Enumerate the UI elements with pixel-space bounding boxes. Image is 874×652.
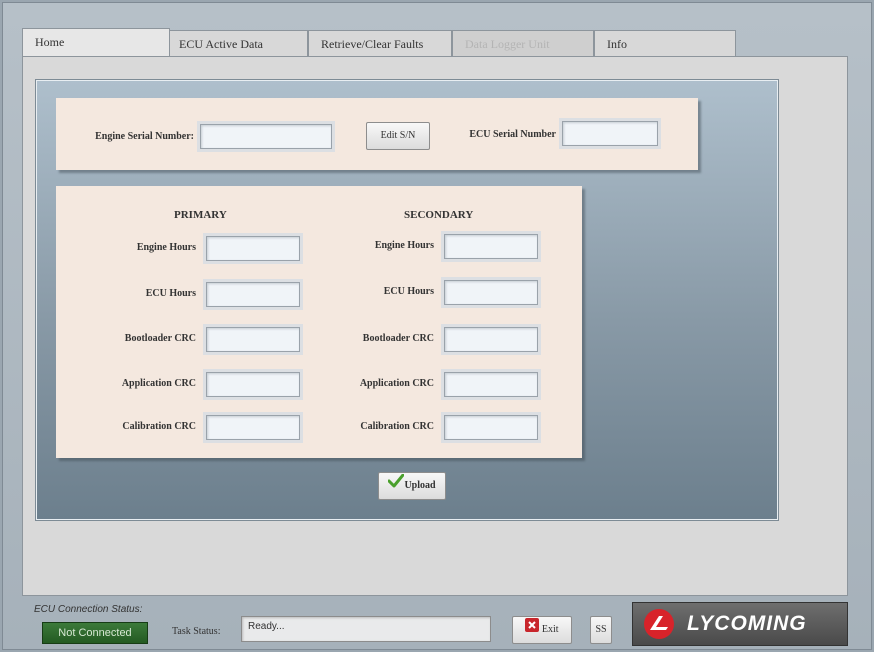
secondary-engine-hours-label: Engine Hours: [374, 240, 434, 251]
connection-status-badge: Not Connected: [42, 622, 148, 644]
secondary-header: SECONDARY: [404, 209, 474, 221]
connection-status-label: ECU Connection Status:: [34, 604, 143, 615]
ss-button[interactable]: SS: [590, 616, 612, 644]
primary-engine-hours-field[interactable]: [206, 236, 300, 261]
primary-calibration-crc-label: Calibration CRC: [122, 421, 196, 432]
secondary-calibration-crc-field[interactable]: [444, 415, 538, 440]
secondary-bootloader-crc-field[interactable]: [444, 327, 538, 352]
upload-button[interactable]: Upload: [378, 472, 446, 500]
primary-bootloader-crc-field[interactable]: [206, 327, 300, 352]
upload-button-label: Upload: [404, 480, 436, 491]
engine-serial-label: Engine Serial Number:: [95, 131, 194, 142]
tab-home[interactable]: Home: [22, 28, 170, 56]
tab-ecu-active-data[interactable]: ECU Active Data: [166, 30, 308, 56]
lycoming-logo: LYCOMING: [632, 602, 848, 646]
tab-home-label: Home: [35, 35, 65, 49]
primary-engine-hours-label: Engine Hours: [136, 242, 196, 253]
engine-serial-field[interactable]: [200, 124, 332, 149]
task-status-field: Ready...: [241, 616, 491, 642]
primary-bootloader-crc-label: Bootloader CRC: [124, 333, 196, 344]
primary-ecu-hours-field[interactable]: [206, 282, 300, 307]
secondary-ecu-hours-label: ECU Hours: [383, 286, 434, 297]
lycoming-logo-icon: [641, 608, 677, 643]
primary-ecu-hours-label: ECU Hours: [145, 288, 196, 299]
brand-name: LYCOMING: [687, 612, 807, 635]
tab-retrieve-clear-faults[interactable]: Retrieve/Clear Faults: [308, 30, 452, 56]
secondary-calibration-crc-label: Calibration CRC: [360, 421, 434, 432]
exit-button[interactable]: Exit: [512, 616, 572, 644]
exit-button-label: Exit: [541, 624, 559, 635]
ecu-serial-field[interactable]: [562, 121, 658, 146]
tab-data-logger-unit-label: Data Logger Unit: [465, 37, 550, 51]
primary-application-crc-field[interactable]: [206, 372, 300, 397]
close-icon: [525, 617, 540, 643]
edit-sn-button[interactable]: Edit S/N: [366, 122, 430, 150]
primary-header: PRIMARY: [174, 209, 227, 221]
tab-info-label: Info: [607, 37, 627, 51]
tab-data-logger-unit: Data Logger Unit: [452, 30, 594, 56]
secondary-bootloader-crc-label: Bootloader CRC: [362, 333, 434, 344]
ecu-serial-label: ECU Serial Number: [469, 129, 556, 140]
secondary-application-crc-field[interactable]: [444, 372, 538, 397]
primary-application-crc-label: Application CRC: [121, 378, 196, 389]
check-icon: [387, 473, 405, 499]
secondary-application-crc-label: Application CRC: [359, 378, 434, 389]
tab-retrieve-clear-faults-label: Retrieve/Clear Faults: [321, 37, 424, 51]
secondary-engine-hours-field[interactable]: [444, 234, 538, 259]
task-status-label: Task Status:: [172, 626, 221, 637]
primary-calibration-crc-field[interactable]: [206, 415, 300, 440]
tab-ecu-active-data-label: ECU Active Data: [179, 37, 263, 51]
tab-info[interactable]: Info: [594, 30, 736, 56]
secondary-ecu-hours-field[interactable]: [444, 280, 538, 305]
